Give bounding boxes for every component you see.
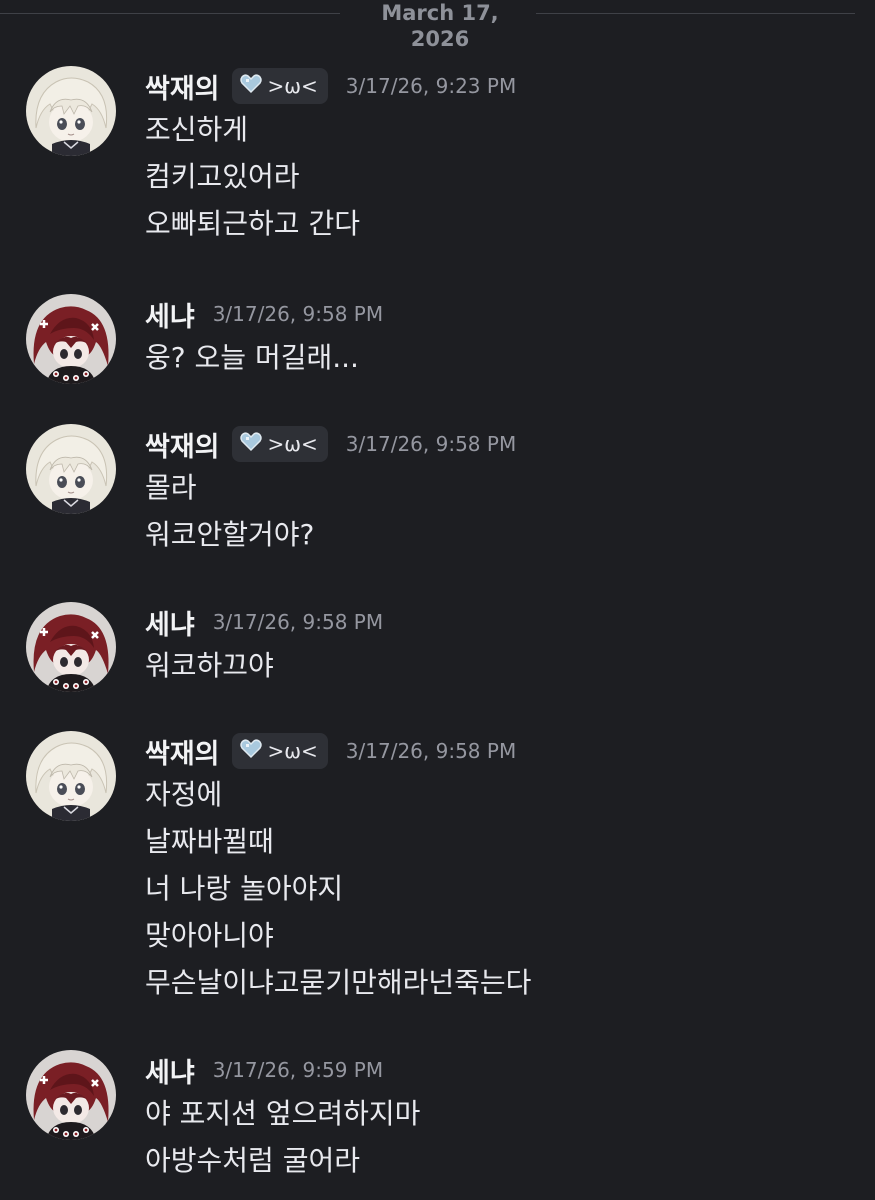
username[interactable]: 싹재의 <box>145 67 220 106</box>
tag-label: >ω< <box>267 739 318 763</box>
message-line: 무슨날이냐고묻기만해라넌죽는다 <box>145 966 532 999</box>
heart-icon <box>239 431 262 457</box>
avatar[interactable] <box>26 1050 116 1140</box>
message-header: 세냐 3/17/26, 9:58 PM <box>145 294 383 334</box>
timestamp: 3/17/26, 9:59 PM <box>212 1058 384 1082</box>
message-line: 자정에 <box>145 778 223 811</box>
message-line: 조신하게 <box>145 113 249 146</box>
message-line: 너 나랑 놀아야지 <box>145 872 344 905</box>
message-line: 날짜바뀔때 <box>145 825 274 858</box>
message-line: 오빠퇴근하고 간다 <box>145 207 360 240</box>
avatar[interactable] <box>26 731 116 821</box>
tag-label: >ω< <box>267 432 318 456</box>
username[interactable]: 세냐 <box>145 603 195 642</box>
message-header: 싹재의 >ω< 3/17/26, 9:23 PM <box>145 66 516 106</box>
message-body: 조신하게 컴키고있어라 오빠퇴근하고 간다 <box>145 106 360 247</box>
user-tag[interactable]: >ω< <box>231 68 328 104</box>
username[interactable]: 싹재의 <box>145 425 220 464</box>
message-body: 자정에 날짜바뀔때 너 나랑 놀아야지 맞아아니야 무슨날이냐고묻기만해라넌죽는… <box>145 771 531 1006</box>
message-line: 몰라 <box>145 471 197 504</box>
avatar[interactable] <box>26 602 116 692</box>
avatar[interactable] <box>26 294 116 384</box>
message-line: 야 포지션 엎으려하지마 <box>145 1097 421 1130</box>
message-header: 세냐 3/17/26, 9:59 PM <box>145 1050 383 1090</box>
username[interactable]: 세냐 <box>145 295 195 334</box>
tag-label: >ω< <box>267 74 318 98</box>
heart-icon <box>239 73 262 99</box>
username[interactable]: 싹재의 <box>145 732 220 771</box>
message-body: 워코하끄야 <box>145 642 274 689</box>
timestamp: 3/17/26, 9:58 PM <box>212 610 384 634</box>
username[interactable]: 세냐 <box>145 1051 195 1090</box>
message-line: 맞아아니야 <box>145 919 274 952</box>
divider-line-left <box>0 13 340 14</box>
message-line: 워코하끄야 <box>145 649 274 682</box>
divider-line-right <box>536 13 855 14</box>
user-tag[interactable]: >ω< <box>231 733 328 769</box>
message-body: 웅? 오늘 머길래... <box>145 334 359 381</box>
message-body: 몰라 워코안할거야? <box>145 464 314 558</box>
message-header: 싹재의 >ω< 3/17/26, 9:58 PM <box>145 424 516 464</box>
timestamp: 3/17/26, 9:58 PM <box>212 302 384 326</box>
timestamp: 3/17/26, 9:58 PM <box>345 432 517 456</box>
timestamp: 3/17/26, 9:23 PM <box>345 74 517 98</box>
message-header: 세냐 3/17/26, 9:58 PM <box>145 602 383 642</box>
message-line: 웅? 오늘 머길래... <box>145 341 359 374</box>
date-divider: March 17, 2026 <box>0 0 875 51</box>
message-line: 워코안할거야? <box>145 518 315 551</box>
message-header: 싹재의 >ω< 3/17/26, 9:58 PM <box>145 731 516 771</box>
user-tag[interactable]: >ω< <box>231 426 328 462</box>
heart-icon <box>239 738 262 764</box>
avatar[interactable] <box>26 424 116 514</box>
message-line: 아방수처럼 굴어라 <box>145 1144 360 1177</box>
message-line: 컴키고있어라 <box>145 160 300 193</box>
divider-date: March 17, 2026 <box>381 1 499 51</box>
message-body: 야 포지션 엎으려하지마 아방수처럼 굴어라 <box>145 1090 420 1184</box>
timestamp: 3/17/26, 9:58 PM <box>345 739 517 763</box>
avatar[interactable] <box>26 66 116 156</box>
